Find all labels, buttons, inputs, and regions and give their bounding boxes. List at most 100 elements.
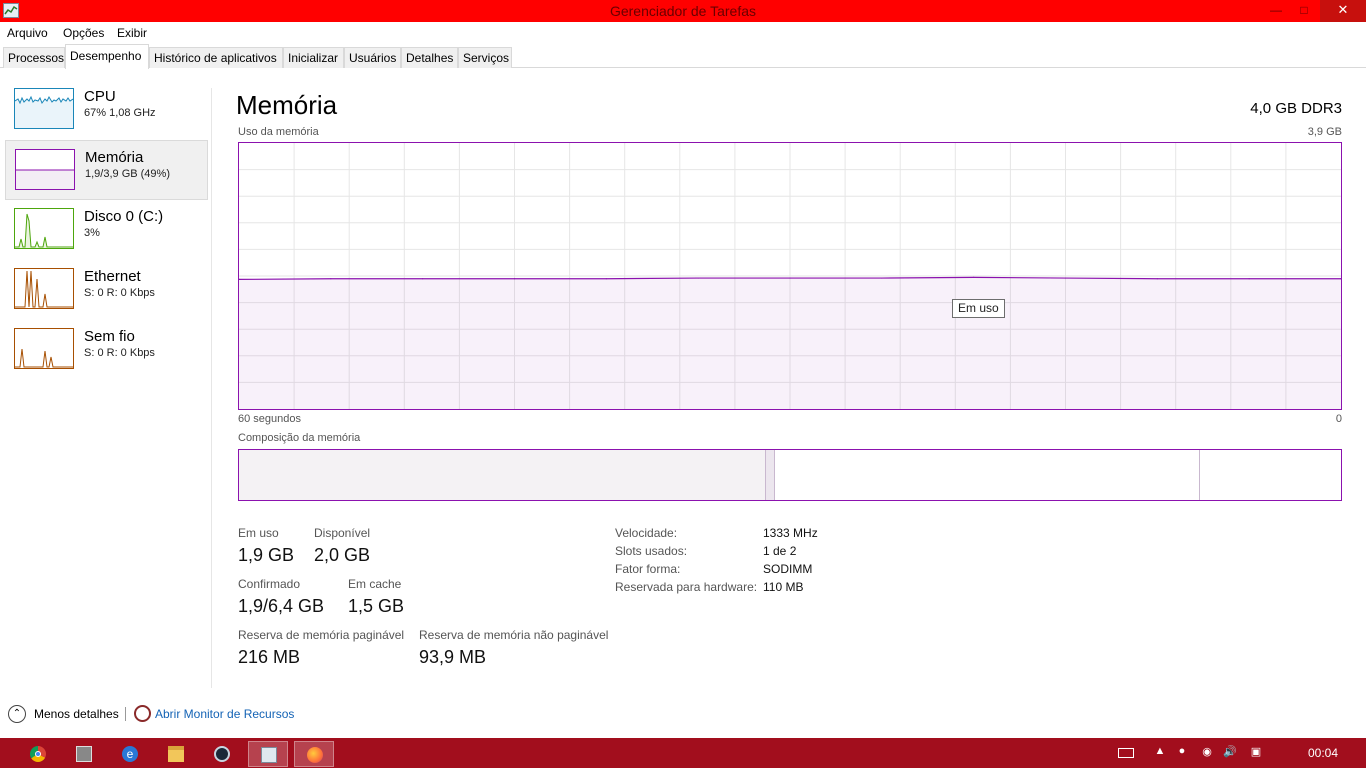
tab-processos[interactable]: Processos (3, 47, 65, 68)
memory-usage-point (513, 278, 516, 280)
disk-thumbnail-graph (14, 208, 74, 249)
footer-divider (125, 707, 126, 721)
wifi-thumbnail-graph (14, 328, 74, 369)
sidebar-item-label: Ethernet (84, 268, 141, 285)
memory-usage-point (789, 277, 791, 279)
memory-usage-svg (238, 143, 1342, 409)
menu-opcoes[interactable]: Opções (63, 26, 104, 40)
nonpaged-pool-value: 93,9 MB (419, 647, 487, 667)
usage-chart-caption: Uso da memória (238, 126, 319, 138)
minimize-button[interactable]: — (1262, 0, 1290, 22)
page-title: Memória (236, 90, 338, 120)
cached-label: Em cache (348, 577, 402, 591)
sidebar-item-memoria[interactable]: Memória 1,9/3,9 GB (49%) (5, 140, 208, 200)
tab-desempenho[interactable]: Desempenho (65, 44, 149, 69)
sidebar-item-disco[interactable]: Disco 0 (C:) 3% (5, 200, 208, 260)
speed-label: Velocidade: (615, 526, 678, 540)
calculator-icon[interactable] (64, 741, 104, 767)
ethernet-thumbnail-graph (14, 268, 74, 309)
network-icon[interactable]: ▣ (1248, 745, 1264, 759)
chart-tooltip: Em uso (952, 299, 1005, 318)
sidebar-item-detail: 67% 1,08 GHz (84, 107, 156, 119)
taskbar: e ▲ ● ◉ 🔊 ▣ 00:04 (0, 738, 1366, 768)
discord-tray-icon[interactable]: ◉ (1199, 745, 1215, 759)
volume-icon[interactable]: 🔊 (1222, 745, 1238, 759)
memory-usage-area (239, 277, 1341, 409)
memory-usage-point (881, 277, 883, 279)
memory-usage-point (330, 278, 332, 280)
in-use-value: 1,9 GB (238, 545, 295, 565)
file-explorer-icon[interactable] (156, 741, 196, 767)
composition-modified-segment[interactable] (765, 450, 775, 500)
sidebar-item-label: Sem fio (84, 328, 135, 345)
memory-usage-point (1248, 278, 1250, 280)
paged-pool-label: Reserva de memória paginável (238, 628, 405, 642)
memory-composition-bar[interactable] (238, 449, 1342, 501)
fewer-details-link[interactable]: Menos detalhes (34, 707, 119, 721)
speed-value: 1333 MHz (763, 526, 818, 540)
footer-bar: ⌃ Menos detalhes Abrir Monitor de Recurs… (0, 700, 1366, 738)
chevron-up-tray-icon[interactable]: ▲ (1152, 745, 1168, 759)
hardware-reserved-value: 110 MB (763, 580, 804, 594)
steam-tray-icon[interactable]: ● (1174, 745, 1190, 759)
sidebar-item-label: Disco 0 (C:) (84, 208, 164, 225)
sidebar-item-label: Memória (85, 149, 144, 166)
memory-usage-point (1064, 277, 1067, 279)
sidebar-item-ethernet[interactable]: Ethernet S: 0 R: 0 Kbps (5, 260, 208, 320)
composition-standby-divider (1199, 450, 1200, 500)
tab-inicializar[interactable]: Inicializar (283, 47, 344, 68)
tab-historico-aplicativos[interactable]: Histórico de aplicativos (149, 47, 283, 68)
form-factor-value: SODIMM (763, 562, 813, 576)
open-resource-monitor-link[interactable]: Abrir Monitor de Recursos (155, 707, 294, 721)
tab-servicos[interactable]: Serviços (458, 47, 512, 68)
available-value: 2,0 GB (314, 545, 371, 565)
memory-usage-point (697, 277, 699, 279)
sidebar-item-detail: 1,9/3,9 GB (49%) (85, 168, 170, 180)
task-manager-taskbar-icon[interactable] (248, 741, 288, 767)
form-factor-label: Fator forma: (615, 562, 681, 576)
usage-chart-max-label: 3,9 GB (1307, 126, 1342, 138)
committed-value: 1,9/6,4 GB (238, 596, 325, 616)
chrome-icon[interactable] (18, 741, 58, 767)
memory-usage-point (973, 276, 975, 278)
keyboard-icon[interactable] (1118, 748, 1134, 758)
sidebar-item-label: CPU (84, 88, 116, 105)
resource-monitor-icon[interactable] (134, 705, 151, 722)
composition-caption: Composição da memória (238, 432, 361, 444)
menu-exibir[interactable]: Exibir (117, 26, 147, 40)
title-bar: Gerenciador de Tarefas — □ ✕ (0, 0, 1366, 22)
sidebar-item-detail: S: 0 R: 0 Kbps (84, 347, 155, 359)
memory-spec: 4,0 GB DDR3 (1250, 100, 1342, 117)
performance-sidebar: CPU 67% 1,08 GHz Memória 1,9/3,9 GB (49%… (0, 68, 212, 688)
committed-label: Confirmado (238, 577, 301, 591)
maximize-button[interactable]: □ (1290, 0, 1318, 22)
nonpaged-pool-label: Reserva de memória não paginável (419, 628, 609, 642)
tab-detalhes[interactable]: Detalhes (401, 47, 458, 68)
firefox-icon[interactable] (294, 741, 334, 767)
sidebar-item-detail: 3% (84, 227, 100, 239)
close-button[interactable]: ✕ (1320, 0, 1366, 22)
menu-arquivo[interactable]: Arquivo (7, 26, 48, 40)
cached-value: 1,5 GB (348, 596, 405, 616)
chevron-up-icon[interactable]: ⌃ (8, 705, 26, 723)
available-label: Disponível (314, 526, 371, 540)
internet-explorer-icon[interactable]: e (110, 741, 150, 767)
sidebar-item-cpu[interactable]: CPU 67% 1,08 GHz (5, 80, 208, 140)
tab-usuarios[interactable]: Usuários (344, 47, 401, 68)
taskbar-clock[interactable]: 00:04 (1308, 746, 1338, 760)
memory-usage-point (605, 278, 607, 280)
memory-thumbnail-graph (15, 149, 75, 190)
in-use-label: Em uso (238, 526, 279, 540)
time-axis-right-label: 0 (1335, 413, 1342, 425)
memory-usage-chart[interactable] (238, 142, 1342, 410)
composition-in-use-segment[interactable] (239, 450, 765, 500)
window-title: Gerenciador de Tarefas (609, 3, 757, 19)
memory-usage-point (1156, 278, 1158, 280)
sidebar-item-detail: S: 0 R: 0 Kbps (84, 287, 155, 299)
steam-icon[interactable] (202, 741, 242, 767)
menu-bar: Arquivo Opções Exibir (0, 22, 1366, 44)
sidebar-item-sem-fio[interactable]: Sem fio S: 0 R: 0 Kbps (5, 320, 208, 380)
memory-panel: Memória 4,0 GB DDR3 Uso da memória 3,9 G… (212, 68, 1366, 688)
paged-pool-value: 216 MB (238, 647, 301, 667)
slots-label: Slots usados: (615, 544, 688, 558)
